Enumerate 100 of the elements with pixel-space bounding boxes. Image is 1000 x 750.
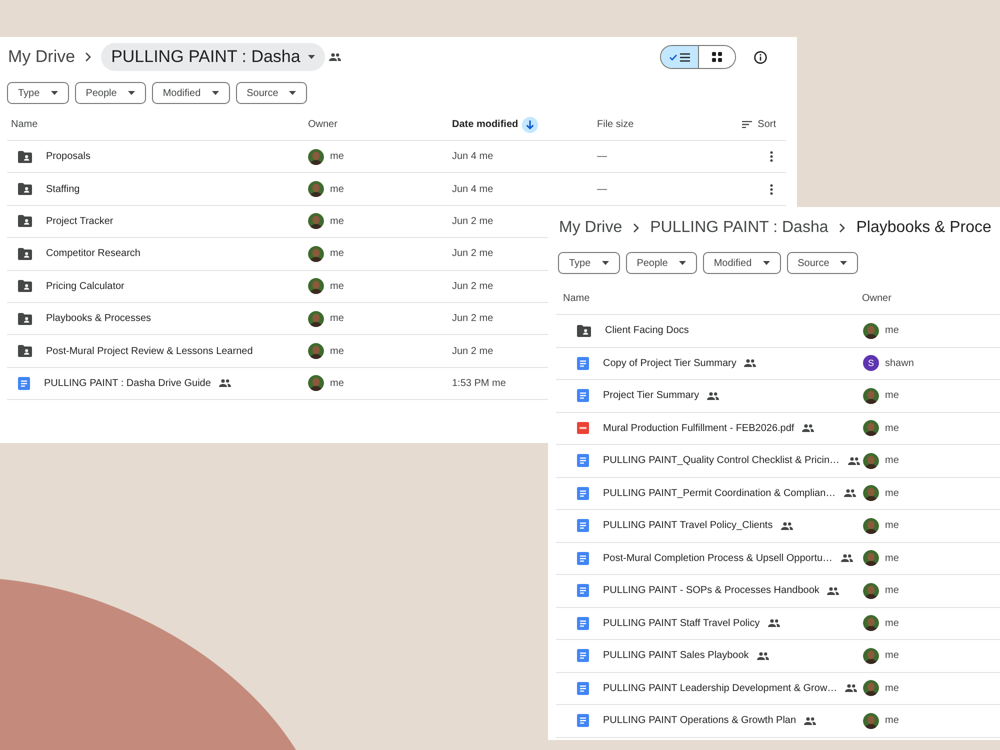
file-name[interactable]: Project Tracker	[46, 216, 114, 227]
file-name[interactable]: Competitor Research	[46, 248, 140, 260]
file-name[interactable]: Copy of Project Tier Summary	[603, 358, 736, 369]
owner-name: me	[330, 216, 344, 227]
avatar	[863, 485, 879, 502]
filter-button[interactable]: Source	[786, 252, 858, 274]
avatar: S	[863, 355, 879, 372]
modified-date: Jun 2 me	[452, 280, 494, 292]
caret-icon	[678, 261, 686, 265]
info-icon[interactable]	[754, 50, 767, 64]
more-icon[interactable]	[770, 184, 772, 195]
file-name[interactable]: PULLING PAINT Sales Playbook	[603, 650, 749, 662]
file-name[interactable]: Pricing Calculator	[46, 280, 124, 292]
chevron-icon	[839, 223, 846, 233]
owner-name: me	[885, 650, 899, 662]
file-name[interactable]: Proposals	[46, 151, 90, 162]
file-name[interactable]: Project Tier Summary	[603, 390, 700, 402]
column-header[interactable]: Owner	[862, 293, 1000, 304]
document-icon	[577, 454, 589, 468]
owner-name: me	[885, 552, 899, 564]
owner-name: me	[330, 280, 344, 292]
document-icon	[577, 714, 589, 728]
modified-date: Jun 2 me	[452, 248, 494, 260]
document-icon	[577, 682, 589, 695]
chevron-icon	[85, 52, 92, 62]
avatar	[308, 310, 324, 327]
file-name[interactable]: PULLING PAINT : Dasha Drive Guide	[44, 378, 211, 389]
avatar	[863, 518, 879, 534]
caret-icon	[840, 261, 848, 265]
avatar	[863, 680, 879, 696]
avatar	[308, 148, 324, 165]
file-name[interactable]: PULLING PAINT_Quality Control Checklist & Pricin…	[603, 455, 840, 466]
caret-icon	[308, 55, 316, 59]
owner-name: me	[885, 715, 899, 726]
owner-name: me	[885, 682, 899, 694]
document-icon	[577, 552, 589, 565]
filter-button[interactable]: Source	[236, 82, 308, 104]
avatar	[863, 322, 879, 339]
avatar	[863, 615, 879, 632]
chevron-icon	[633, 223, 640, 233]
filter-button[interactable]: Type	[7, 82, 69, 104]
owner-name: shawn	[885, 358, 914, 369]
shared-folder-icon	[18, 215, 32, 228]
document-icon	[577, 389, 589, 402]
file-size: —	[597, 151, 607, 162]
owner-name: me	[885, 455, 899, 466]
filter-button[interactable]: Type	[558, 252, 620, 274]
shared-folder-icon	[18, 150, 32, 163]
file-name[interactable]: Playbooks & Processes	[46, 313, 152, 324]
file-name[interactable]: Post-Mural Completion Process & Upsell Opportu…	[603, 552, 833, 564]
file-name[interactable]: PULLING PAINT Travel Policy_Clients	[603, 520, 773, 532]
document-icon	[577, 356, 589, 370]
file-name[interactable]: PULLING PAINT Leadership Development & Grow…	[603, 682, 838, 694]
sort-arrow-icon[interactable]	[522, 116, 538, 132]
file-name[interactable]: Post-Mural Project Review & Lessons Learned	[46, 346, 253, 357]
caret-icon	[128, 91, 135, 95]
file-name[interactable]: Mural Production Fulfillment - FEB2026.pdf	[603, 422, 794, 434]
sort-button[interactable]: Sort	[742, 119, 776, 130]
shared-folder-icon	[18, 280, 32, 292]
file-size: —	[597, 184, 607, 195]
filter-button[interactable]: People	[74, 82, 146, 104]
avatar	[863, 452, 879, 469]
caret-icon	[50, 91, 58, 95]
owner-name: me	[885, 325, 899, 336]
avatar	[863, 648, 879, 664]
breadcrumb-current: Playbooks & Proce	[856, 219, 992, 237]
owner-name: me	[330, 346, 344, 357]
modified-date: Jun 4 me	[452, 151, 494, 162]
avatar	[308, 278, 324, 294]
column-header[interactable]: Name	[11, 119, 308, 130]
list-view-button[interactable]	[661, 46, 698, 68]
column-header[interactable]: Owner	[308, 119, 452, 130]
filter-button[interactable]: Modified	[152, 82, 230, 104]
avatar	[308, 213, 324, 230]
document-icon	[577, 649, 589, 662]
filter-button[interactable]: People	[626, 252, 697, 274]
column-header[interactable]: Name	[563, 293, 862, 304]
more-icon[interactable]	[770, 151, 772, 162]
file-name[interactable]: PULLING PAINT Staff Travel Policy	[603, 618, 760, 629]
avatar	[308, 343, 324, 360]
view-toggle[interactable]	[660, 45, 736, 69]
shared-folder-icon	[577, 324, 591, 337]
owner-name: me	[885, 390, 899, 402]
caret-icon	[602, 261, 609, 265]
breadcrumb-link[interactable]: My Drive	[8, 47, 76, 67]
file-name[interactable]: Client Facing Docs	[605, 325, 689, 336]
file-name[interactable]: PULLING PAINT_Permit Coordination & Complian…	[603, 488, 836, 499]
shared-folder-icon	[18, 248, 32, 260]
filter-button[interactable]: Modified	[702, 252, 781, 274]
file-name[interactable]: PULLING PAINT - SOPs & Processes Handbook	[603, 585, 820, 596]
folder-chip[interactable]: PULLING PAINT : Dasha	[101, 43, 326, 71]
column-header[interactable]: Date modified	[452, 116, 597, 132]
column-header[interactable]: File size	[597, 119, 742, 130]
breadcrumb-link[interactable]: PULLING PAINT : Dasha	[650, 219, 828, 237]
grid-view-button[interactable]	[698, 46, 735, 68]
file-name[interactable]: Staffing	[46, 184, 80, 195]
breadcrumb-link[interactable]: My Drive	[559, 219, 622, 237]
file-name[interactable]: PULLING PAINT Operations & Growth Plan	[603, 715, 796, 726]
shared-folder-icon	[18, 345, 32, 358]
owner-name: me	[885, 618, 899, 629]
